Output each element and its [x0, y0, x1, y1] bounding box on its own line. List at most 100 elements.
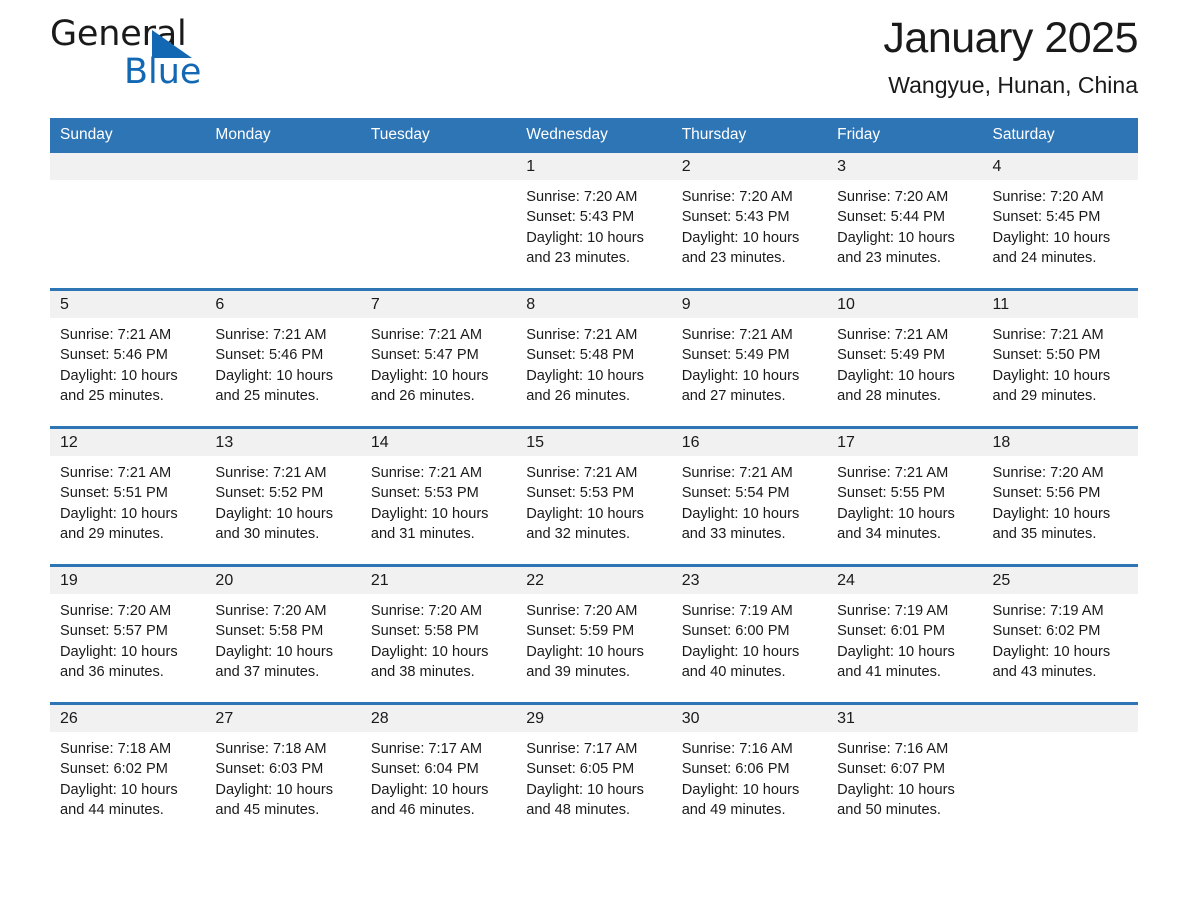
day-info-line: Daylight: 10 hours [526, 643, 644, 660]
day-sun-info: Sunrise: 7:21 AM Sunset: 5:54 PM Daylight:… [672, 456, 827, 544]
day-sun-info: Sunrise: 7:20 AM Sunset: 5:59 PM Daylight:… [516, 594, 671, 682]
calendar-week-row: 19 Sunrise: 7:20 AM Sunset: 5:57 PM Dayligh… [50, 564, 1138, 704]
calendar-cell: 21 Sunrise: 7:20 AM Sunset: 5:58 PM Dayligh… [360, 564, 517, 704]
day-info-line: Sunset: 5:45 PM [992, 209, 1101, 226]
day-cell[interactable]: 26 Sunrise: 7:18 AM Sunset: 6:02 PM Dayligh… [50, 705, 206, 840]
day-number: 13 [205, 429, 361, 456]
day-cell[interactable]: 30 Sunrise: 7:16 AM Sunset: 6:06 PM Dayligh… [671, 705, 828, 840]
day-number: 24 [827, 567, 983, 594]
day-info-line: Sunrise: 7:21 AM [681, 327, 793, 343]
day-cell[interactable]: 31 Sunrise: 7:16 AM Sunset: 6:07 PM Dayligh… [827, 705, 983, 840]
day-cell[interactable]: 12 Sunrise: 7:21 AM Sunset: 5:51 PM Dayligh… [50, 429, 206, 564]
day-sun-info: Sunrise: 7:20 AM Sunset: 5:58 PM Daylight:… [361, 594, 516, 682]
day-cell[interactable]: 9 Sunrise: 7:21 AM Sunset: 5:49 PM Daylight… [671, 291, 828, 426]
calendar-page: General Blue January 2025 Wangyue, Hunan… [0, 0, 1188, 918]
generalblue-logo[interactable]: General Blue [50, 14, 250, 100]
day-cell[interactable]: 11 Sunrise: 7:21 AM Sunset: 5:50 PM Dayligh… [982, 291, 1138, 426]
day-cell[interactable]: 20 Sunrise: 7:20 AM Sunset: 5:58 PM Dayligh… [205, 567, 361, 702]
day-cell[interactable]: 27 Sunrise: 7:18 AM Sunset: 6:03 PM Dayligh… [205, 705, 361, 840]
day-sun-info: Sunrise: 7:20 AM Sunset: 5:44 PM Daylight:… [827, 180, 982, 268]
day-info-line: and 23 minutes. [681, 249, 786, 266]
day-number: 25 [982, 567, 1138, 594]
day-cell[interactable]: 5 Sunrise: 7:21 AM Sunset: 5:46 PM Daylight… [50, 291, 206, 426]
calendar-cell: 15 Sunrise: 7:21 AM Sunset: 5:53 PM Dayligh… [516, 426, 672, 566]
day-info-line: Sunrise: 7:16 AM [837, 741, 949, 757]
day-info-line: Daylight: 10 hours [215, 643, 334, 660]
calendar-cell: 19 Sunrise: 7:20 AM Sunset: 5:57 PM Dayligh… [50, 564, 206, 704]
calendar-week-row: 12 Sunrise: 7:21 AM Sunset: 5:51 PM Dayligh… [50, 426, 1138, 566]
day-info-line: Daylight: 10 hours [837, 643, 955, 660]
day-cell[interactable]: 21 Sunrise: 7:20 AM Sunset: 5:58 PM Dayligh… [360, 567, 517, 702]
day-sun-info: Sunrise: 7:20 AM Sunset: 5:57 PM Daylight:… [50, 594, 205, 682]
day-info-line: Daylight: 10 hours [60, 367, 178, 384]
day-number: 5 [50, 291, 206, 318]
day-sun-info: Sunrise: 7:18 AM Sunset: 6:03 PM Daylight:… [205, 732, 360, 820]
day-info-line: and 32 minutes. [526, 525, 631, 542]
day-sun-info [361, 180, 516, 187]
day-cell[interactable]: 28 Sunrise: 7:17 AM Sunset: 6:04 PM Dayligh… [360, 705, 517, 840]
calendar-cell: 24 Sunrise: 7:19 AM Sunset: 6:01 PM Dayligh… [827, 564, 983, 704]
day-cell[interactable]: 1 Sunrise: 7:20 AM Sunset: 5:43 PM Daylight… [516, 153, 672, 288]
day-info-line: Sunset: 5:43 PM [526, 209, 635, 226]
day-info-line: and 35 minutes. [992, 525, 1097, 542]
day-info-line: Sunset: 5:43 PM [681, 209, 790, 226]
page-header: General Blue January 2025 Wangyue, Hunan… [50, 0, 1138, 118]
day-sun-info: Sunrise: 7:21 AM Sunset: 5:46 PM Daylight:… [50, 318, 205, 406]
day-info-line: Sunrise: 7:18 AM [60, 741, 172, 757]
day-cell[interactable]: 29 Sunrise: 7:17 AM Sunset: 6:05 PM Dayligh… [516, 705, 672, 840]
day-info-line: Sunset: 6:04 PM [370, 761, 479, 778]
calendar-cell: 2 Sunrise: 7:20 AM Sunset: 5:43 PM Daylight… [671, 153, 828, 290]
day-cell[interactable]: 13 Sunrise: 7:21 AM Sunset: 5:52 PM Dayligh… [205, 429, 361, 564]
day-cell[interactable]: 7 Sunrise: 7:21 AM Sunset: 5:47 PM Daylight… [360, 291, 517, 426]
day-cell[interactable]: 8 Sunrise: 7:21 AM Sunset: 5:48 PM Daylight… [516, 291, 672, 426]
day-cell[interactable]: 6 Sunrise: 7:21 AM Sunset: 5:46 PM Daylight… [205, 291, 361, 426]
day-cell[interactable]: 24 Sunrise: 7:19 AM Sunset: 6:01 PM Dayligh… [827, 567, 983, 702]
day-cell[interactable]: 17 Sunrise: 7:21 AM Sunset: 5:55 PM Dayligh… [827, 429, 983, 564]
day-sun-info: Sunrise: 7:21 AM Sunset: 5:48 PM Daylight:… [516, 318, 671, 406]
calendar-cell: 10 Sunrise: 7:21 AM Sunset: 5:49 PM Dayligh… [827, 288, 983, 428]
day-info-line: and 39 minutes. [526, 663, 631, 680]
day-info-line: Daylight: 10 hours [215, 505, 334, 522]
calendar-cell: 23 Sunrise: 7:19 AM Sunset: 6:00 PM Dayligh… [671, 564, 828, 704]
calendar-cell [360, 153, 517, 290]
day-info-line: Sunset: 6:05 PM [526, 761, 635, 778]
day-info-line: Daylight: 10 hours [526, 367, 644, 384]
day-cell[interactable]: 4 Sunrise: 7:20 AM Sunset: 5:45 PM Daylight… [982, 153, 1138, 288]
day-cell[interactable]: 19 Sunrise: 7:20 AM Sunset: 5:57 PM Dayligh… [50, 567, 206, 702]
day-cell[interactable]: 10 Sunrise: 7:21 AM Sunset: 5:49 PM Dayligh… [827, 291, 983, 426]
calendar-cell: 16 Sunrise: 7:21 AM Sunset: 5:54 PM Dayligh… [671, 426, 828, 566]
calendar-header-row: Sunday Monday Tuesday Wednesday Thursday Frid… [50, 118, 1138, 153]
calendar-cell: 1 Sunrise: 7:20 AM Sunset: 5:43 PM Daylight… [516, 153, 672, 290]
day-info-line: Daylight: 10 hours [992, 367, 1111, 384]
day-sun-info: Sunrise: 7:20 AM Sunset: 5:43 PM Daylight:… [672, 180, 827, 268]
day-cell[interactable]: 3 Sunrise: 7:20 AM Sunset: 5:44 PM Daylight… [827, 153, 983, 288]
day-cell[interactable]: 14 Sunrise: 7:21 AM Sunset: 5:53 PM Dayligh… [360, 429, 517, 564]
day-info-line: Sunrise: 7:21 AM [370, 465, 482, 481]
day-info-line: Sunrise: 7:19 AM [992, 603, 1104, 619]
day-cell[interactable]: 18 Sunrise: 7:20 AM Sunset: 5:56 PM Dayligh… [982, 429, 1138, 564]
day-info-line: and 28 minutes. [837, 387, 941, 404]
day-info-line: Daylight: 10 hours [837, 229, 955, 246]
day-sun-info: Sunrise: 7:16 AM Sunset: 6:06 PM Daylight:… [672, 732, 827, 820]
day-sun-info: Sunrise: 7:21 AM Sunset: 5:51 PM Daylight:… [50, 456, 205, 544]
day-cell[interactable]: 16 Sunrise: 7:21 AM Sunset: 5:54 PM Dayligh… [671, 429, 828, 564]
day-number: 17 [827, 429, 983, 456]
day-cell[interactable]: 2 Sunrise: 7:20 AM Sunset: 5:43 PM Daylight… [671, 153, 828, 288]
day-info-line: Sunset: 5:44 PM [837, 209, 946, 226]
day-cell[interactable]: 23 Sunrise: 7:19 AM Sunset: 6:00 PM Dayligh… [671, 567, 828, 702]
title-block: January 2025 Wangyue, Hunan, China [883, 12, 1138, 100]
day-info-line: Daylight: 10 hours [370, 781, 489, 798]
day-info-line: and 38 minutes. [370, 663, 475, 680]
day-info-line: and 33 minutes. [681, 525, 786, 542]
day-number: 22 [516, 567, 672, 594]
day-sun-info: Sunrise: 7:20 AM Sunset: 5:58 PM Daylight:… [205, 594, 360, 682]
day-cell[interactable]: 25 Sunrise: 7:19 AM Sunset: 6:02 PM Dayligh… [982, 567, 1138, 702]
day-info-line: Sunrise: 7:19 AM [837, 603, 949, 619]
day-cell[interactable]: 22 Sunrise: 7:20 AM Sunset: 5:59 PM Dayligh… [516, 567, 672, 702]
calendar-cell: 17 Sunrise: 7:21 AM Sunset: 5:55 PM Dayligh… [827, 426, 983, 566]
day-sun-info: Sunrise: 7:21 AM Sunset: 5:49 PM Daylight:… [827, 318, 982, 406]
day-cell[interactable]: 15 Sunrise: 7:21 AM Sunset: 5:53 PM Dayligh… [516, 429, 672, 564]
day-info-line: Sunrise: 7:20 AM [60, 603, 172, 619]
day-number: 30 [671, 705, 828, 732]
calendar-cell: 22 Sunrise: 7:20 AM Sunset: 5:59 PM Dayligh… [516, 564, 672, 704]
